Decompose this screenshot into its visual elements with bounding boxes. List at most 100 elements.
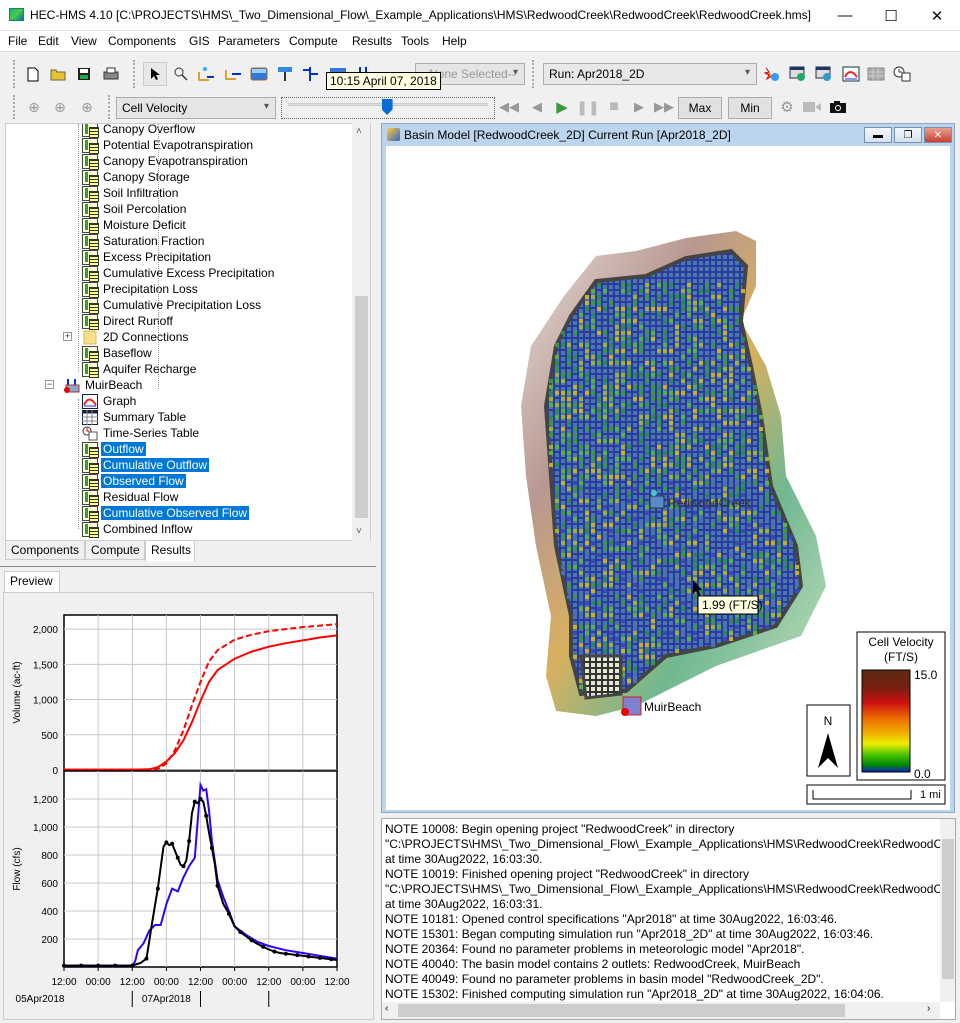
tree-item[interactable]: Time-Series Table <box>82 425 201 441</box>
graph-icon[interactable] <box>841 64 861 84</box>
toolbar-grip[interactable] <box>13 95 16 119</box>
menu-file[interactable]: File <box>8 34 27 48</box>
min-button[interactable]: Min <box>728 97 772 119</box>
compute-run-icon[interactable] <box>762 64 782 84</box>
expand-icon[interactable]: + <box>63 332 72 341</box>
results-globe2-icon[interactable] <box>814 64 834 84</box>
menu-compute[interactable]: Compute <box>289 34 338 48</box>
tree-item[interactable]: Canopy Evapotranspiration <box>82 153 250 170</box>
close-button[interactable]: ✕ <box>914 0 960 31</box>
tree-item[interactable]: Direct Runoff <box>82 313 175 330</box>
splitter[interactable] <box>0 566 376 567</box>
basin-map-canvas[interactable]: RedwoodCreek MuirBeach 1.99 (FT/S) Cell … <box>386 146 950 810</box>
log-horizontal-scrollbar[interactable]: ‹ › <box>382 1002 940 1019</box>
tree-item[interactable]: Baseflow <box>82 345 154 362</box>
tree-item[interactable]: Canopy Storage <box>82 169 192 186</box>
tree-item[interactable]: Aquifer Recharge <box>82 361 198 378</box>
run-select[interactable]: Run: Apr2018_2D ▾ <box>543 63 757 85</box>
tree-item[interactable]: Graph <box>82 393 138 409</box>
basin-map[interactable]: RedwoodCreek MuirBeach 1.99 (FT/S) Cell … <box>386 146 950 810</box>
video-camera-icon[interactable] <box>802 97 822 117</box>
menu-tools[interactable]: Tools <box>401 34 429 48</box>
subbasin-tool-icon[interactable] <box>196 64 216 84</box>
tree-item[interactable]: Cumulative Excess Precipitation <box>82 265 276 282</box>
settings-gear-icon[interactable]: ⚙ <box>777 97 797 117</box>
tree-item[interactable]: Residual Flow <box>82 489 180 506</box>
tree-item[interactable]: Outflow <box>82 441 146 458</box>
2d-flow-area[interactable] <box>543 248 804 697</box>
toolbar-grip[interactable] <box>133 60 136 88</box>
summary-table-icon[interactable] <box>866 64 886 84</box>
toolbar-grip[interactable] <box>532 60 535 88</box>
stop-icon[interactable]: ■ <box>604 97 624 117</box>
maximize-button[interactable]: ☐ <box>868 0 914 31</box>
camera-snapshot-icon[interactable] <box>828 97 848 117</box>
layer-select[interactable]: Cell Velocity ▾ <box>116 97 276 119</box>
mdi-close-button[interactable]: ✕ <box>924 127 952 143</box>
mdi-minimize-button[interactable]: ▬ <box>864 127 892 143</box>
tree-item[interactable]: − MuirBeach <box>45 377 144 393</box>
toolbar-grip[interactable] <box>13 60 16 88</box>
menu-view[interactable]: View <box>71 34 97 48</box>
slider-thumb[interactable] <box>381 99 393 115</box>
tree-item[interactable]: Canopy Overflow <box>82 124 197 138</box>
arrow-tool-icon[interactable] <box>143 62 167 86</box>
scroll-right-icon[interactable]: › <box>927 1003 930 1014</box>
menu-edit[interactable]: Edit <box>38 34 59 48</box>
scroll-left-icon[interactable]: ‹ <box>385 1003 388 1014</box>
tree-item[interactable]: Potential Evapotranspiration <box>82 137 255 154</box>
menu-help[interactable]: Help <box>442 34 467 48</box>
tree-item[interactable]: +2D Connections <box>63 329 190 345</box>
open-folder-icon[interactable] <box>48 64 68 84</box>
reach-tool-icon[interactable] <box>223 64 243 84</box>
tree-item[interactable]: Saturation Fraction <box>82 233 206 250</box>
minimize-button[interactable]: — <box>822 0 868 31</box>
tree-item[interactable]: Cumulative Observed Flow <box>82 505 250 522</box>
menu-gis[interactable]: GIS <box>189 34 210 48</box>
tree-item[interactable]: Moisture Deficit <box>82 217 188 234</box>
time-series-table-icon[interactable] <box>892 64 912 84</box>
menu-results[interactable]: Results <box>352 34 392 48</box>
step-forward-icon[interactable]: ▶ <box>629 97 649 117</box>
muir-beach-sink[interactable] <box>621 696 642 716</box>
tree-item[interactable]: Cumulative Precipitation Loss <box>82 297 263 314</box>
tab-components[interactable]: Components <box>5 540 85 560</box>
grid-layer2-icon[interactable]: ⊕ <box>50 97 70 117</box>
tree-scrollbar-thumb[interactable] <box>355 296 368 518</box>
forward-end-icon[interactable]: ▶▶ <box>654 97 674 117</box>
toolbar-grip[interactable] <box>108 95 111 119</box>
max-button[interactable]: Max <box>678 97 722 119</box>
grid-layer3-icon[interactable]: ⊕ <box>77 97 97 117</box>
tree-item[interactable]: Observed Flow <box>82 473 186 490</box>
collapse-icon[interactable]: − <box>45 380 54 389</box>
results-globe-icon[interactable] <box>788 64 808 84</box>
tab-results[interactable]: Results <box>145 540 195 562</box>
tree-item[interactable]: Combined Inflow <box>82 521 194 538</box>
tab-compute[interactable]: Compute <box>85 540 145 560</box>
reservoir-tool-icon[interactable] <box>249 64 269 84</box>
menu-components[interactable]: Components <box>108 34 176 48</box>
new-file-icon[interactable] <box>23 64 43 84</box>
log-hscroll-thumb[interactable] <box>398 1004 845 1017</box>
tab-preview[interactable]: Preview <box>4 571 60 592</box>
junction-tool-icon[interactable] <box>300 64 320 84</box>
log-vertical-scrollbar[interactable] <box>940 819 955 1002</box>
tree-item[interactable]: Summary Table <box>82 409 188 425</box>
save-icon[interactable] <box>74 64 94 84</box>
tree-item[interactable]: Soil Infiltration <box>82 185 180 202</box>
pause-icon[interactable]: ❚❚ <box>576 97 599 117</box>
rewind-start-icon[interactable]: ◀◀ <box>499 97 519 117</box>
time-slider[interactable] <box>281 97 495 119</box>
print-icon[interactable] <box>101 64 121 84</box>
mdi-restore-button[interactable]: ❐ <box>894 127 922 143</box>
menu-parameters[interactable]: Parameters <box>218 34 280 48</box>
scroll-down-icon[interactable]: ˅ <box>356 526 362 537</box>
zoom-tool-icon[interactable] <box>171 64 191 84</box>
log-vscroll-thumb[interactable] <box>942 839 954 979</box>
tree-item[interactable]: Excess Precipitation <box>82 249 213 266</box>
source-tool-icon[interactable] <box>275 64 295 84</box>
tree-item[interactable]: Cumulative Outflow <box>82 457 210 474</box>
tree-item[interactable]: Precipitation Loss <box>82 281 200 298</box>
scroll-up-icon[interactable]: ˄ <box>356 126 362 137</box>
grid-layer-icon[interactable]: ⊕ <box>24 97 44 117</box>
